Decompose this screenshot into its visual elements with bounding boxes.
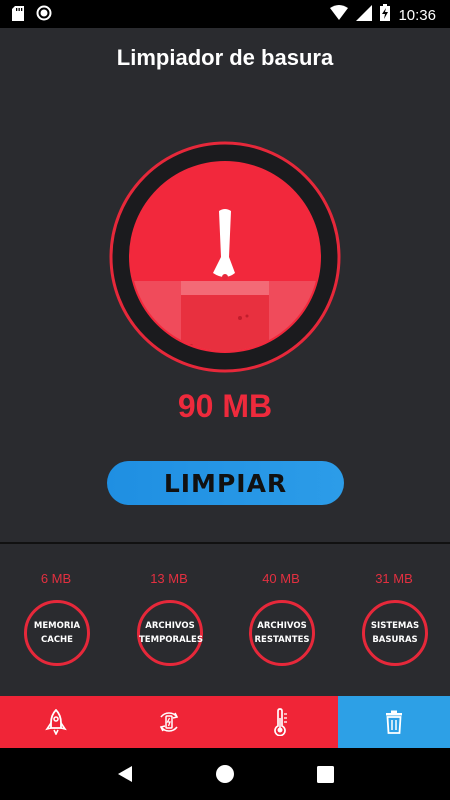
status-bar: 10:36 <box>0 0 450 28</box>
recents-button[interactable] <box>305 754 345 794</box>
category-size: 40 MB <box>262 571 300 586</box>
category-temp-files: 13 MB ARCHIVOS TEMPORALES <box>113 544 225 696</box>
category-label: SISTEMAS BASURAS <box>370 621 420 645</box>
bottom-nav <box>0 696 450 748</box>
app-header: Limpiador de basura <box>0 28 450 88</box>
system-nav-bar <box>0 748 450 800</box>
category-button-temp-files[interactable]: ARCHIVOS TEMPORALES <box>137 600 203 666</box>
recents-icon <box>316 765 334 783</box>
home-icon <box>216 765 234 783</box>
back-icon <box>118 766 132 782</box>
category-label: ARCHIVOS TEMPORALES <box>139 621 203 645</box>
sync-circle-icon <box>36 5 52 26</box>
clean-button[interactable]: LIMPIAR <box>107 461 344 505</box>
category-button-system-junk[interactable]: SISTEMAS BASURAS <box>362 600 428 666</box>
thermometer-icon <box>274 708 288 736</box>
signal-icon <box>356 4 373 26</box>
category-size: 31 MB <box>375 571 413 586</box>
clean-button-label: LIMPIAR <box>163 468 288 498</box>
category-system-junk: 31 MB SISTEMAS BASURAS <box>338 544 450 696</box>
status-time: 10:36 <box>398 6 436 24</box>
category-size: 13 MB <box>150 571 188 586</box>
nav-junk-cleaner[interactable] <box>337 696 450 748</box>
cleaner-main: 90 MB LIMPIAR <box>0 88 450 543</box>
battery-refresh-icon <box>159 712 178 732</box>
category-label: ARCHIVOS RESTANTES <box>254 621 310 645</box>
sd-card-icon <box>12 5 24 26</box>
category-button-residual-files[interactable]: ARCHIVOS RESTANTES <box>249 600 315 666</box>
page-title: Limpiador de basura <box>116 45 334 70</box>
trash-icon <box>385 710 402 734</box>
nav-battery[interactable] <box>112 696 225 748</box>
back-button[interactable] <box>105 754 145 794</box>
category-button-memory-cache[interactable]: MEMORIA CACHE <box>24 600 90 666</box>
category-size: 6 MB <box>40 571 72 586</box>
home-button[interactable] <box>205 754 245 794</box>
nav-cooler[interactable] <box>225 696 338 748</box>
nav-boost[interactable] <box>0 696 113 748</box>
junk-gauge <box>109 141 341 373</box>
rocket-icon <box>45 709 68 735</box>
wifi-icon <box>330 4 349 26</box>
junk-size-value: 90 MB <box>177 388 273 424</box>
category-label: MEMORIA CACHE <box>33 621 81 645</box>
category-memory-cache: 6 MB MEMORIA CACHE <box>0 544 112 696</box>
category-residual-files: 40 MB ARCHIVOS RESTANTES <box>225 544 337 696</box>
battery-charging-icon <box>380 4 391 26</box>
junk-categories: 6 MB MEMORIA CACHE 13 MB ARCHIVOS TEMPOR… <box>0 544 450 696</box>
